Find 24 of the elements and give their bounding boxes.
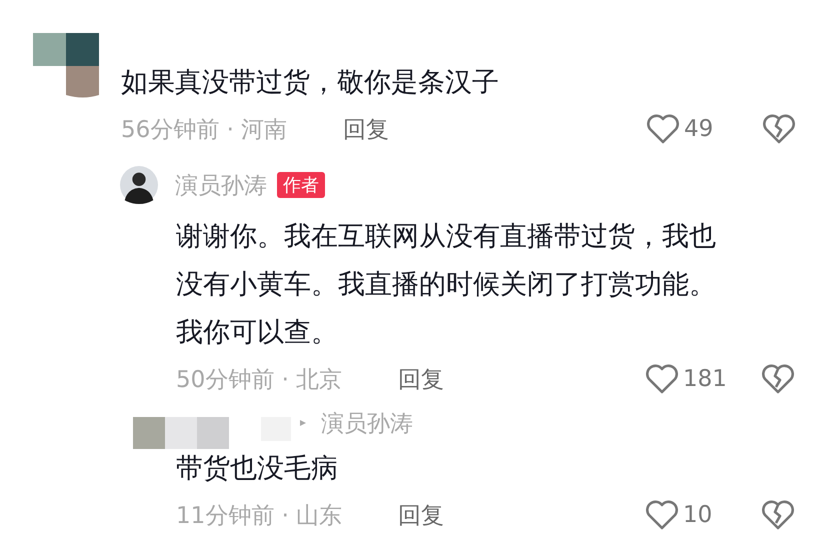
broken-heart-icon[interactable]: [762, 114, 796, 144]
reply-text: 谢谢你。我在互联网从没有直播带过货，我也: [176, 220, 717, 254]
like-count: 181: [683, 366, 727, 392]
author-badge: 作者: [277, 172, 325, 198]
broken-heart-icon[interactable]: [761, 364, 795, 394]
like-count: 10: [683, 502, 712, 528]
pixelated-avatar[interactable]: [33, 33, 99, 99]
reply-text: 我你可以查。: [176, 316, 339, 350]
reply-text: 没有小黄车。我直播的时候关闭了打赏功能。: [176, 268, 717, 302]
like-count: 49: [684, 116, 714, 142]
heart-icon[interactable]: [645, 364, 679, 394]
reply-time-location: 11分钟前 · 山东: [176, 502, 344, 530]
comment-text: 如果真没带过货，敬你是条汉子: [121, 66, 500, 100]
reply-time-location: 50分钟前 · 北京: [176, 366, 344, 394]
heart-icon[interactable]: [646, 114, 680, 144]
reply-text: 带货也没毛病: [176, 452, 339, 486]
heart-icon[interactable]: [645, 500, 679, 530]
comment-time-location: 56分钟前 · 河南: [121, 116, 288, 144]
reply-link[interactable]: 回复: [398, 500, 444, 530]
reply-link[interactable]: 回复: [343, 114, 389, 144]
reply-link[interactable]: 回复: [398, 364, 444, 394]
avatar[interactable]: [120, 166, 158, 204]
broken-heart-icon[interactable]: [761, 500, 795, 530]
reply-arrow-icon: [299, 419, 307, 427]
